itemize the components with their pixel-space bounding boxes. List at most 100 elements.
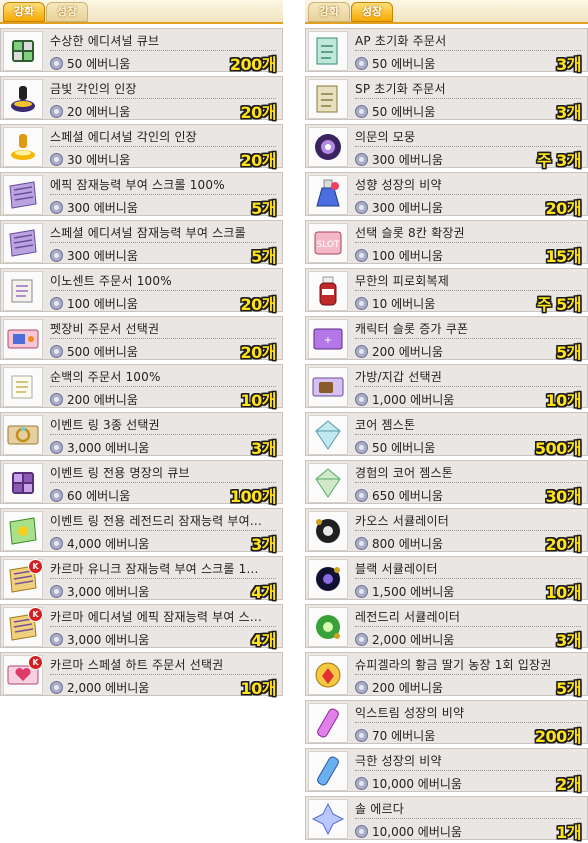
item-name: 슈피겔라의 황금 딸기 농장 1회 입장권 [355, 658, 552, 672]
shop-item-row[interactable]: 의문의 모뭉 300 에버니움 주 3개 [305, 124, 588, 170]
price-row: 70 에버니움 [355, 725, 435, 743]
item-name: 펫장비 주문서 선택권 [50, 322, 160, 336]
item-price: 300 에버니움 [67, 249, 138, 263]
shop-item-row[interactable]: 에픽 잠재능력 부여 스크롤 100% 300 에버니움 5개 [0, 172, 283, 218]
svg-text:SLOT: SLOT [317, 240, 340, 250]
divider [355, 818, 581, 819]
price-row: 3,000 에버니움 [50, 437, 150, 455]
item-quantity: 500개 [534, 439, 582, 458]
core-gem-icon [308, 415, 348, 455]
extreme-potion-icon [308, 703, 348, 743]
shop-item-row[interactable]: K 카르마 스페셜 하트 주문서 선택권 2,000 에버니움 10개 [0, 652, 283, 698]
item-quantity: 20개 [240, 295, 277, 314]
item-name: 수상한 에디셔널 큐브 [50, 34, 160, 48]
shop-item-row[interactable]: 가방/지갑 선택권 1,000 에버니움 10개 [305, 364, 588, 410]
chaos-circulator-icon [308, 511, 348, 551]
price-row: 650 에버니움 [355, 485, 443, 503]
item-price: 30 에버니움 [67, 153, 131, 167]
item-name: 이벤트 링 3종 선택권 [50, 418, 160, 432]
cube-icon [3, 31, 43, 71]
divider [50, 194, 276, 195]
shop-item-row[interactable]: 이벤트 링 전용 명장의 큐브 60 에버니움 100개 [0, 460, 283, 506]
shop-item-row[interactable]: 경험의 코어 젬스톤 650 에버니움 30개 [305, 460, 588, 506]
shop-item-row[interactable]: SLOT 선택 슬롯 8칸 확장권 100 에버니움 15개 [305, 220, 588, 266]
tab-growth[interactable]: 성장 [46, 2, 88, 22]
potion-icon [308, 175, 348, 215]
shop-item-row[interactable]: 솔 에르다 10,000 에버니움 1개 [305, 796, 588, 842]
tab-enhance[interactable]: 강화 [3, 2, 45, 22]
ultimate-potion-icon [308, 751, 348, 791]
shop-item-row[interactable]: 성향 성장의 비약 300 에버니움 20개 [305, 172, 588, 218]
item-name: 의문의 모뭉 [355, 130, 416, 144]
exp-core-gem-icon [308, 463, 348, 503]
shop-item-row[interactable]: 펫장비 주문서 선택권 500 에버니움 20개 [0, 316, 283, 362]
shop-item-row[interactable]: 이노센트 주문서 100% 100 에버니움 20개 [0, 268, 283, 314]
item-quantity: 3개 [556, 631, 581, 650]
item-name: 선택 슬롯 8칸 확장권 [355, 226, 465, 240]
item-name: 극한 성장의 비약 [355, 754, 442, 768]
tab-enhance[interactable]: 강화 [308, 2, 350, 22]
divider [355, 674, 581, 675]
shop-item-row[interactable]: 슈피겔라의 황금 딸기 농장 1회 입장권 200 에버니움 5개 [305, 652, 588, 698]
item-quantity: 20개 [240, 103, 277, 122]
item-quantity: 200개 [534, 727, 582, 746]
item-quantity: 30개 [545, 487, 582, 506]
evernium-coin-icon [50, 393, 63, 406]
item-quantity: 10개 [545, 391, 582, 410]
legendary-circulator-icon [308, 607, 348, 647]
tab-bar: 강화 성장 [305, 0, 588, 24]
shop-item-row[interactable]: AP 초기화 주문서 50 에버니움 3개 [305, 28, 588, 74]
shop-item-row[interactable]: 스페셜 에디셔널 잠재능력 부여 스크롤 300 에버니움 5개 [0, 220, 283, 266]
scroll-icon [3, 223, 43, 263]
price-row: 2,000 에버니움 [50, 677, 149, 695]
karma-scroll-icon: K [3, 607, 43, 647]
tab-growth[interactable]: 성장 [351, 2, 393, 22]
item-price: 50 에버니움 [372, 57, 436, 71]
item-quantity: 3개 [556, 103, 581, 122]
price-row: 4,000 에버니움 [50, 533, 149, 551]
shop-item-row[interactable]: K 카르마 에디셔널 에픽 잠재능력 부여 스... 3,000 에버니움 4개 [0, 604, 283, 650]
shop-item-row[interactable]: 스페셜 에디셔널 각인의 인장 30 에버니움 20개 [0, 124, 283, 170]
shop-item-row[interactable]: 이벤트 링 전용 레전드리 잠재능력 부여... 4,000 에버니움 3개 [0, 508, 283, 554]
item-price: 100 에버니움 [67, 297, 138, 311]
item-price: 2,000 에버니움 [372, 633, 455, 647]
item-name: 무한의 피로회복제 [355, 274, 449, 288]
evernium-coin-icon [50, 345, 63, 358]
shop-item-row[interactable]: K 카르마 유니크 잠재능력 부여 스크롤 1... 3,000 에버니움 4개 [0, 556, 283, 602]
item-name: 코어 젬스톤 [355, 418, 416, 432]
shop-item-row[interactable]: SP 초기화 주문서 50 에버니움 3개 [305, 76, 588, 122]
shop-item-row[interactable]: + 캐릭터 슬롯 증가 쿠폰 200 에버니움 5개 [305, 316, 588, 362]
shop-item-row[interactable]: 이벤트 링 3종 선택권 3,000 에버니움 3개 [0, 412, 283, 458]
price-row: 200 에버니움 [50, 389, 138, 407]
price-row: 20 에버니움 [50, 101, 130, 119]
shop-item-row[interactable]: 무한의 피로회복제 10 에버니움 주 5개 [305, 268, 588, 314]
item-price: 1,000 에버니움 [372, 393, 455, 407]
evernium-coin-icon [355, 825, 368, 838]
shop-item-row[interactable]: 순백의 주문서 100% 200 에버니움 10개 [0, 364, 283, 410]
heart-scroll-ticket-icon: K [3, 655, 43, 695]
item-quantity: 5개 [556, 343, 581, 362]
item-name: 이벤트 링 전용 레전드리 잠재능력 부여... [50, 514, 262, 528]
shop-item-row[interactable]: 레전드리 서큘레이터 2,000 에버니움 3개 [305, 604, 588, 650]
shop-item-row[interactable]: 카오스 서큘레이터 800 에버니움 20개 [305, 508, 588, 554]
slot-coupon-icon: + [308, 319, 348, 359]
item-quantity: 주 5개 [536, 295, 582, 314]
shop-item-row[interactable]: 익스트림 성장의 비약 70 에버니움 200개 [305, 700, 588, 746]
evernium-coin-icon [355, 537, 368, 550]
item-quantity: 5개 [251, 247, 276, 266]
price-row: 1,500 에버니움 [355, 581, 455, 599]
item-quantity: 20개 [545, 199, 582, 218]
item-quantity: 20개 [545, 535, 582, 554]
shop-item-row[interactable]: 금빛 각인의 인장 20 에버니움 20개 [0, 76, 283, 122]
karma-scroll-icon: K [3, 559, 43, 599]
shop-item-row[interactable]: 코어 젬스톤 50 에버니움 500개 [305, 412, 588, 458]
evernium-coin-icon [355, 201, 368, 214]
item-price: 10,000 에버니움 [372, 825, 462, 839]
shop-item-row[interactable]: 극한 성장의 비약 10,000 에버니움 2개 [305, 748, 588, 794]
item-price: 60 에버니움 [67, 489, 131, 503]
shop-item-row[interactable]: 블랙 서큘레이터 1,500 에버니움 10개 [305, 556, 588, 602]
item-price: 1,500 에버니움 [372, 585, 455, 599]
item-name: 가방/지갑 선택권 [355, 370, 442, 384]
item-price: 3,000 에버니움 [67, 441, 150, 455]
shop-item-row[interactable]: 수상한 에디셔널 큐브 50 에버니움 200개 [0, 28, 283, 74]
